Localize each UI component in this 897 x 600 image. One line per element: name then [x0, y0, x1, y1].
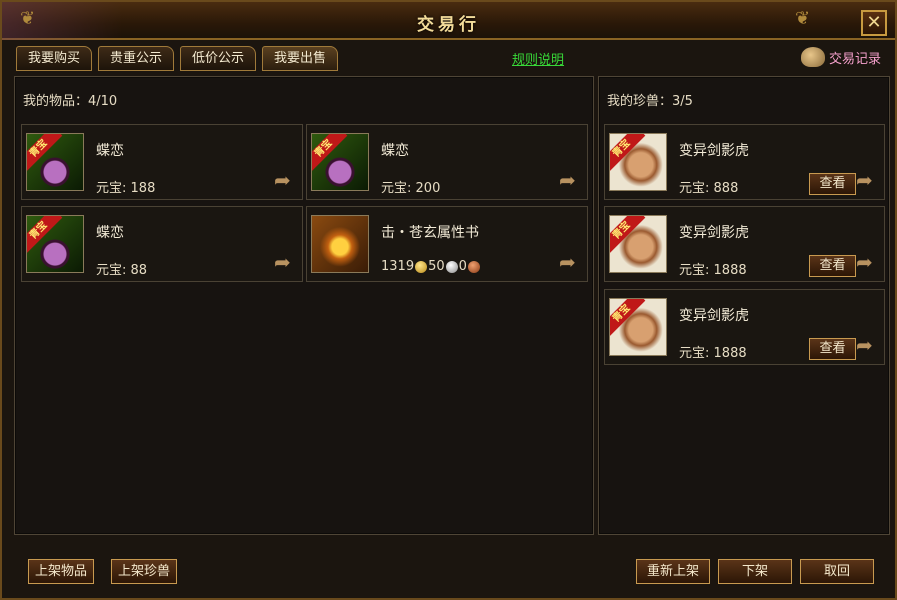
gold-coin-icon [415, 260, 428, 273]
item-name: 蝶恋 [96, 225, 124, 241]
my-pets-panel: 我的珍兽：3/5 青宝 变异剑影虎 元宝: 888 查看 ➦ 青宝 变异剑影虎 … [598, 76, 890, 535]
trade-window: ❦ 交易行 ❦ ✕ 我要购买 贵重公示 低价公示 我要出售 规则说明 交易记录 … [0, 0, 897, 600]
share-arrow-icon[interactable]: ➦ [856, 335, 878, 355]
share-arrow-icon[interactable]: ➦ [559, 252, 581, 272]
copper-amount: 0 [458, 259, 467, 274]
pet-card[interactable]: 青宝 变异剑影虎 元宝: 1888 查看 ➦ [604, 206, 885, 282]
gem-icon: 青宝 [311, 133, 369, 191]
item-price: 元宝: 188 [96, 181, 156, 196]
relist-button[interactable]: 重新上架 [636, 559, 710, 584]
book-icon [311, 215, 369, 273]
rules-link[interactable]: 规则说明 [512, 49, 564, 68]
tab-bar: 我要购买 贵重公示 低价公示 我要出售 [16, 46, 339, 71]
pet-price: 元宝: 1888 [679, 346, 747, 361]
share-arrow-icon[interactable]: ➦ [274, 170, 296, 190]
trade-history-label: 交易记录 [828, 51, 881, 67]
tab-buy[interactable]: 我要购买 [16, 46, 93, 71]
badge-ribbon: 青宝 [27, 216, 63, 255]
tiger-icon: 青宝 [609, 133, 667, 191]
share-arrow-icon[interactable]: ➦ [856, 252, 878, 272]
pet-name: 变异剑影虎 [679, 225, 749, 241]
tiger-icon: 青宝 [609, 215, 667, 273]
scroll-icon [800, 47, 825, 67]
badge-ribbon: 青宝 [610, 299, 646, 338]
item-name: 蝶恋 [96, 143, 124, 159]
tab-sell[interactable]: 我要出售 [262, 46, 339, 71]
title-ornament-right-icon: ❦ [795, 8, 811, 29]
gem-icon: 青宝 [26, 133, 84, 191]
title-bar: ❦ 交易行 ❦ ✕ [2, 2, 895, 40]
pet-card[interactable]: 青宝 变异剑影虎 元宝: 888 查看 ➦ [604, 124, 885, 200]
close-button[interactable]: ✕ [861, 10, 887, 36]
share-arrow-icon[interactable]: ➦ [856, 170, 878, 190]
my-pets-header: 我的珍兽：3/5 [607, 94, 693, 109]
item-price: 元宝: 88 [96, 263, 148, 278]
retrieve-button[interactable]: 取回 [800, 559, 874, 584]
item-price: 元宝: 200 [381, 181, 441, 196]
share-arrow-icon[interactable]: ➦ [559, 170, 581, 190]
my-items-header: 我的物品：4/10 [23, 94, 118, 109]
badge-ribbon: 青宝 [610, 134, 646, 173]
badge-ribbon: 青宝 [312, 134, 348, 173]
item-card[interactable]: 青宝 蝶恋 元宝: 88 ➦ [21, 206, 303, 282]
gem-icon: 青宝 [26, 215, 84, 273]
list-item-button[interactable]: 上架物品 [28, 559, 95, 584]
item-name: 击・苍玄属性书 [381, 225, 479, 241]
trade-history-button[interactable]: 交易记录 [800, 47, 881, 67]
window-title: 交易行 [417, 15, 480, 35]
view-pet-button[interactable]: 查看 [809, 338, 856, 360]
item-card[interactable]: 击・苍玄属性书 1319 50 0 ➦ [306, 206, 588, 282]
pet-name: 变异剑影虎 [679, 143, 749, 159]
pet-card[interactable]: 青宝 变异剑影虎 元宝: 1888 查看 ➦ [604, 289, 885, 365]
tiger-icon: 青宝 [609, 298, 667, 356]
gold-amount: 1319 [381, 259, 415, 274]
my-items-panel: 我的物品：4/10 青宝 蝶恋 元宝: 188 ➦ 青宝 蝶恋 元宝: 200 … [14, 76, 594, 535]
item-card[interactable]: 青宝 蝶恋 元宝: 188 ➦ [21, 124, 303, 200]
item-price-coins: 1319 50 0 [381, 259, 481, 274]
delist-button[interactable]: 下架 [718, 559, 792, 584]
pet-name: 变异剑影虎 [679, 308, 749, 324]
pet-price: 元宝: 1888 [679, 263, 747, 278]
badge-ribbon: 青宝 [610, 216, 646, 255]
tab-lowprice-notice[interactable]: 低价公示 [180, 46, 257, 71]
tab-valuable-notice[interactable]: 贵重公示 [98, 46, 175, 71]
silver-coin-icon [445, 260, 458, 273]
item-card[interactable]: 青宝 蝶恋 元宝: 200 ➦ [306, 124, 588, 200]
silver-amount: 50 [428, 259, 445, 274]
view-pet-button[interactable]: 查看 [809, 255, 856, 277]
view-pet-button[interactable]: 查看 [809, 173, 856, 195]
pet-price: 元宝: 888 [679, 181, 739, 196]
list-pet-button[interactable]: 上架珍兽 [111, 559, 178, 584]
badge-ribbon: 青宝 [27, 134, 63, 173]
share-arrow-icon[interactable]: ➦ [274, 252, 296, 272]
close-icon: ✕ [866, 12, 882, 33]
copper-coin-icon [467, 260, 480, 273]
item-name: 蝶恋 [381, 143, 409, 159]
